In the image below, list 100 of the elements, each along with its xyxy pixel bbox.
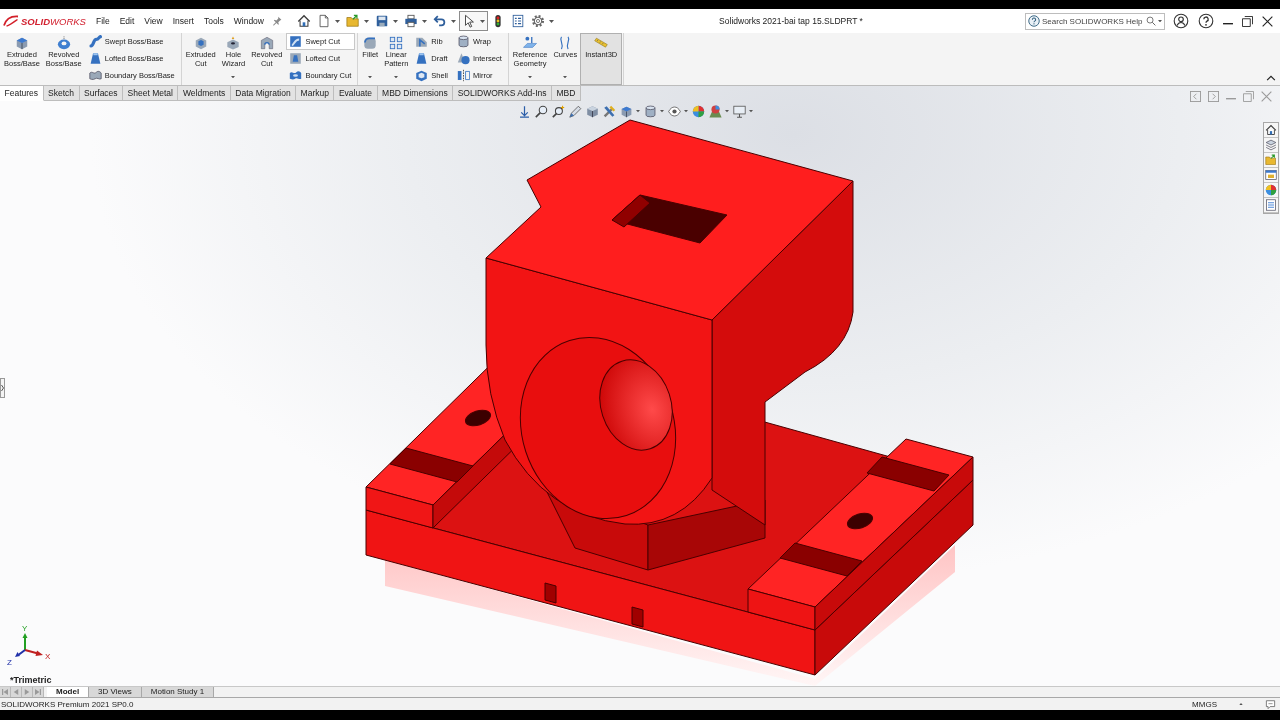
printer-icon (404, 14, 418, 28)
color-sphere-icon[interactable] (1264, 183, 1278, 198)
caret-icon[interactable] (748, 110, 753, 113)
arch-block-icon (259, 36, 274, 50)
ribbon-tab[interactable]: MBD (552, 86, 581, 101)
bottom-tab[interactable]: 3D Views (89, 687, 142, 697)
tile-left-icon[interactable] (1190, 90, 1201, 102)
color-scene-icon[interactable] (708, 105, 722, 118)
ribbon-tab[interactable]: MBD Dimensions (377, 86, 454, 101)
bottom-tab[interactable]: Model (47, 687, 90, 697)
handle-icon[interactable] (0, 378, 5, 398)
caret-icon[interactable] (635, 110, 640, 113)
caret-icon[interactable] (659, 110, 664, 113)
ribbon-tab[interactable]: SOLIDWORKS Add-Ins (453, 86, 552, 101)
ribbon-tab[interactable]: Data Migration (230, 86, 297, 101)
document-title: Solidworks 2021-bai tap 15.SLDPRT * (719, 16, 863, 26)
ribbon-tab[interactable]: Markup (296, 86, 335, 101)
rounded-cube-icon (363, 36, 378, 50)
magnifier-icon[interactable] (534, 105, 548, 118)
restore-icon[interactable] (1242, 15, 1253, 27)
ribbon-tab[interactable]: Sketch (43, 86, 80, 101)
caret-icon[interactable] (683, 110, 688, 113)
search-field[interactable]: Search SOLIDWORKS Help (1025, 12, 1165, 30)
user-icon[interactable] (1173, 13, 1189, 29)
tapered-cut-icon (289, 52, 303, 65)
tapered-block-icon (415, 52, 429, 65)
cube-icon (14, 36, 29, 50)
minimize-icon[interactable] (1223, 23, 1233, 25)
menu-item[interactable]: Insert (167, 11, 199, 31)
ribbon-tab[interactable]: Surfaces (79, 86, 124, 101)
caret-icon[interactable] (724, 110, 729, 113)
axis-label: Z (7, 658, 12, 667)
help-icon[interactable] (1198, 13, 1214, 29)
ribbon-tab[interactable]: Weldments (178, 86, 231, 101)
square-pattern-icon (389, 36, 404, 50)
magnifier-sparkle-icon[interactable] (551, 105, 565, 118)
bottom-tab[interactable]: Motion Study 1 (141, 687, 215, 697)
pencil-icon[interactable] (568, 105, 582, 118)
tools-icon[interactable] (602, 105, 616, 118)
cube-icon[interactable] (619, 105, 633, 118)
menu-item[interactable]: View (139, 11, 168, 31)
close-icon[interactable] (1262, 15, 1273, 27)
view-orientation-label: *Trimetric (10, 675, 52, 685)
graphics-area[interactable]: Features Sketch Surfaces Sheet Metal Weldments Data Migration Markup Evaluate MBD Dimensions SOLIDWORKS Add-Ins MBD Y X Z *Trimetric (0, 86, 1280, 686)
play-icon (24, 689, 30, 695)
monitor-icon[interactable] (732, 105, 746, 118)
caret-icon[interactable] (1158, 19, 1162, 23)
tile-right-icon[interactable] (1208, 90, 1219, 102)
wavy-block-icon (88, 69, 102, 82)
chat-icon[interactable] (1265, 698, 1276, 710)
cylinder-icon (457, 35, 470, 48)
ribbon-tab[interactable]: Features (0, 86, 44, 101)
home-icon (297, 14, 311, 28)
stacked-layers-icon[interactable] (1264, 138, 1278, 153)
folder-icon (346, 14, 360, 28)
axis-label: X (45, 652, 51, 661)
hollow-box-icon (415, 69, 429, 82)
list-icon[interactable] (1264, 198, 1278, 213)
eye-icon[interactable] (667, 105, 681, 118)
menu-item[interactable]: Window (228, 11, 269, 31)
cylinder-icon[interactable] (643, 105, 657, 118)
ribbon-tab[interactable]: Sheet Metal (123, 86, 179, 101)
menu-item[interactable]: File (91, 11, 115, 31)
curved-cut-icon (289, 35, 303, 48)
mirror-icon (457, 69, 470, 82)
chevron-up-icon[interactable] (1266, 75, 1276, 81)
plane-icon (523, 36, 538, 50)
ribbon-tab[interactable]: Evaluate (334, 86, 378, 101)
folder-icon[interactable] (1264, 153, 1278, 168)
intersect-shapes-icon (457, 52, 470, 65)
undo-icon (433, 14, 447, 28)
caret-up-icon[interactable] (1239, 702, 1243, 706)
search-icon[interactable] (1146, 16, 1156, 26)
y-axis-arrow (22, 633, 28, 651)
color-sphere-icon[interactable] (691, 105, 705, 118)
box-icon[interactable] (585, 105, 599, 118)
cut-block-icon (193, 36, 208, 50)
app-logo: SOLIDWORKS (21, 15, 86, 27)
axis-label: Y (22, 624, 28, 633)
cursor-icon (462, 14, 476, 28)
toolbar-button[interactable] (459, 11, 488, 31)
x-axis-arrow (24, 649, 43, 656)
save-icon (375, 14, 389, 28)
curved-tube-icon (88, 35, 102, 48)
new-document-icon (317, 14, 331, 28)
drill-block-icon (226, 36, 241, 50)
menu-item[interactable]: Edit (114, 11, 140, 31)
skip-start-icon (2, 689, 8, 695)
menu-item[interactable]: Tools (198, 11, 229, 31)
z-axis-arrow (15, 649, 26, 657)
list-document-icon (511, 14, 525, 28)
window-icon[interactable] (1264, 168, 1278, 183)
settings-icon (531, 14, 545, 28)
play-back-icon (13, 689, 19, 695)
wavy-cut-icon (289, 69, 303, 82)
units-label[interactable]: MMGS (1192, 699, 1217, 709)
search-input[interactable]: Search SOLIDWORKS Help (1042, 14, 1144, 28)
down-arrow-icon[interactable] (517, 105, 531, 118)
pin-icon[interactable] (272, 16, 282, 26)
home-icon[interactable] (1264, 123, 1278, 138)
